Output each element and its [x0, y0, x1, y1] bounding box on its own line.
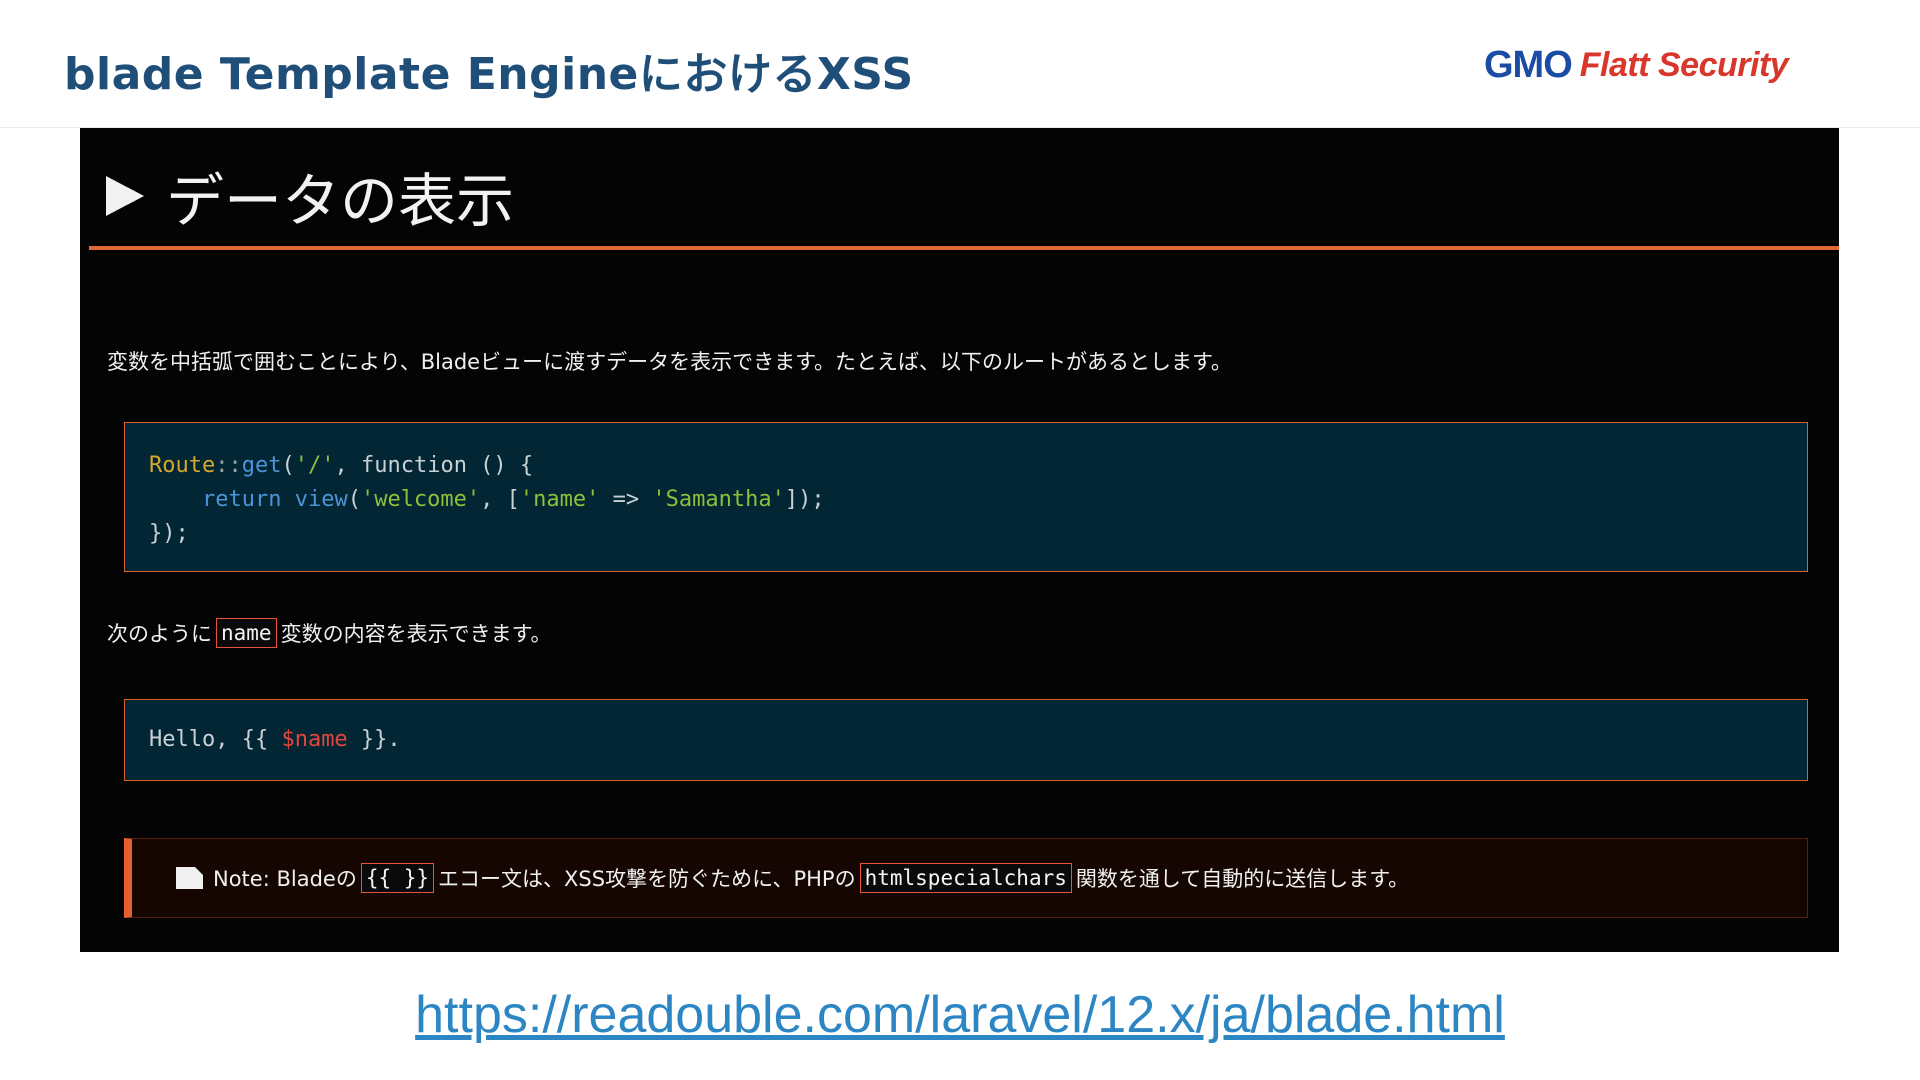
heading-divider	[89, 246, 1839, 250]
code-token: , function () {	[334, 453, 534, 478]
code-token: 'welcome'	[360, 487, 481, 512]
code-token: }}.	[347, 727, 401, 752]
slide-header: blade Template EngineにおけるXSS GMO Flatt Se…	[0, 0, 1920, 128]
code-token: ::	[215, 453, 242, 478]
doc-heading-text: データの表示	[166, 167, 515, 235]
para2-before: 次のように	[107, 622, 212, 646]
intro-paragraph: 変数を中括弧で囲むことにより、Bladeビューに渡すデータを表示できます。たとえ…	[107, 350, 1232, 374]
para2-after: 変数の内容を表示できます。	[280, 622, 552, 646]
code-token: return	[201, 487, 282, 512]
code-token: (	[347, 487, 361, 512]
code-token: =>	[599, 487, 653, 512]
code-token: 'Samantha'	[652, 487, 785, 512]
note-text-2: エコー文は、XSS攻撃を防ぐために、PHPの	[438, 867, 856, 891]
inline-code-name: name	[216, 618, 277, 648]
doc-heading: データの表示	[106, 156, 514, 236]
note-icon	[176, 867, 203, 889]
code-token: get	[241, 453, 282, 478]
code-token: , [	[480, 487, 520, 512]
inline-code-htmlspecialchars: htmlspecialchars	[859, 863, 1072, 893]
code-line-hello: Hello, {{ $name }}.	[149, 723, 1807, 757]
route-code-block: Route::get('/', function () { return vie…	[124, 422, 1808, 572]
code-token: view	[294, 487, 348, 512]
template-code-block: Hello, {{ $name }}.	[124, 699, 1808, 781]
code-token: (	[281, 453, 295, 478]
company-logo: GMO Flatt Security	[1484, 44, 1789, 87]
code-token: Hello, {{	[149, 727, 282, 752]
code-line-2: return view('welcome', ['name' => 'Saman…	[149, 483, 1807, 517]
inline-code-echo: {{ }}	[360, 863, 435, 893]
play-triangle-icon	[106, 176, 144, 216]
code-token: ]);	[784, 487, 825, 512]
doc-screenshot: データの表示 変数を中括弧で囲むことにより、Bladeビューに渡すデータを表示で…	[80, 128, 1839, 952]
second-paragraph: 次のように name 変数の内容を表示できます。	[107, 618, 551, 648]
source-url-link[interactable]: https://readouble.com/laravel/12.x/ja/bl…	[0, 985, 1920, 1045]
code-token: Route	[149, 453, 216, 478]
code-line-1: Route::get('/', function () {	[149, 449, 1807, 483]
note-text-3: 関数を通して自動的に送信します。	[1075, 867, 1410, 891]
note-text-1: Note: Bladeの	[213, 867, 357, 891]
logo-flatt-text: Flatt Security	[1579, 46, 1789, 84]
note-callout: Note: Bladeの {{ }} エコー文は、XSS攻撃を防ぐために、PHP…	[124, 838, 1808, 918]
logo-gmo-text: GMO	[1484, 44, 1573, 86]
slide-title: blade Template EngineにおけるXSS	[64, 49, 914, 100]
code-token: '/'	[294, 453, 335, 478]
code-token: $name	[281, 727, 348, 752]
code-line-3: });	[149, 521, 189, 546]
code-token: 'name'	[519, 487, 600, 512]
